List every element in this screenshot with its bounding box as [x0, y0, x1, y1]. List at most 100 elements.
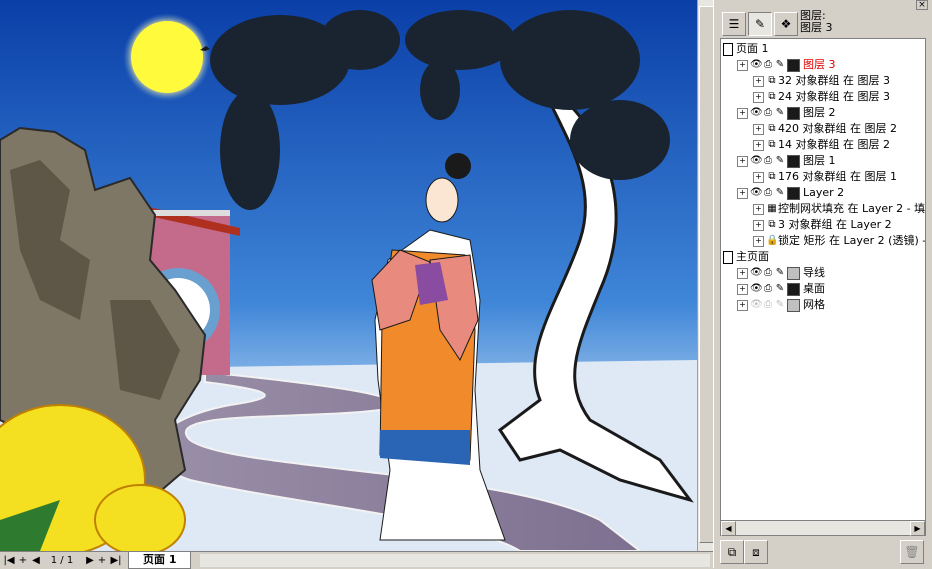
- show-properties-icon[interactable]: ☰: [722, 12, 746, 36]
- tree-horizontal-scrollbar[interactable]: ◀ ▶: [720, 520, 926, 536]
- edit-pencil-icon[interactable]: ✎: [774, 185, 786, 201]
- page-counter: 1 / 1: [50, 555, 74, 566]
- scroll-right-button[interactable]: ▶: [910, 521, 925, 536]
- tree-layer-node[interactable]: + 👁⎙ ✎ 网格: [737, 297, 825, 313]
- expand-toggle-icon[interactable]: +: [753, 91, 764, 103]
- lock-icon: 🔒: [766, 235, 779, 246]
- tree-object-node[interactable]: + ⧉ 32 对象群组 在 图层 3: [753, 73, 890, 89]
- next-page-button[interactable]: ▶: [84, 554, 96, 567]
- expand-toggle-icon[interactable]: +: [753, 171, 764, 183]
- new-master-layer-icon[interactable]: ⧈: [744, 540, 768, 564]
- tree-object-node[interactable]: + ⧉ 420 对象群组 在 图层 2: [753, 121, 897, 137]
- last-page-button[interactable]: ▶|: [108, 554, 124, 567]
- tree-node-label: 页面 1: [736, 42, 769, 55]
- tree-node-label: 锁定 矩形 在 Layer 2 (透镜) -: [778, 234, 926, 247]
- tree-layer-node[interactable]: + 👁⎙ ✎ 图层 2: [737, 105, 836, 121]
- edit-pencil-icon[interactable]: ✎: [774, 57, 786, 73]
- visibility-eye-icon[interactable]: 👁: [750, 57, 763, 73]
- add-page-after-button[interactable]: +: [96, 554, 108, 567]
- expand-toggle-icon[interactable]: +: [737, 187, 748, 199]
- expand-toggle-icon[interactable]: +: [753, 203, 764, 215]
- scroll-left-button[interactable]: ◀: [721, 521, 736, 536]
- visibility-eye-icon[interactable]: 👁: [750, 185, 763, 201]
- expand-toggle-icon[interactable]: +: [737, 155, 748, 167]
- delete-icon[interactable]: 🗑: [900, 540, 924, 564]
- tree-object-node[interactable]: + ⧉ 14 对象群组 在 图层 2: [753, 137, 890, 153]
- group-icon: ⧉: [768, 75, 776, 86]
- page-icon: [723, 42, 733, 56]
- printer-icon[interactable]: ⎙: [762, 153, 774, 169]
- visibility-eye-icon[interactable]: 👁: [750, 265, 763, 281]
- tree-layer-node[interactable]: + 👁⎙ ✎ 图层 1: [737, 153, 836, 169]
- drawing-canvas[interactable]: [0, 0, 698, 551]
- tree-object-node[interactable]: + ⧉ 3 对象群组 在 Layer 2: [753, 217, 892, 233]
- edit-pencil-icon[interactable]: ✎: [774, 297, 786, 313]
- expand-toggle-icon[interactable]: +: [753, 75, 764, 87]
- moon: [123, 13, 211, 101]
- visibility-eye-icon[interactable]: 👁: [750, 297, 763, 313]
- tree-layer-node[interactable]: + 👁⎙ ✎ Layer 2: [737, 185, 844, 201]
- visibility-eye-icon[interactable]: 👁: [750, 153, 763, 169]
- tree-object-node[interactable]: + ⧉ 176 对象群组 在 图层 1: [753, 169, 897, 185]
- layer-color-swatch[interactable]: [787, 266, 800, 280]
- printer-icon[interactable]: ⎙: [762, 281, 774, 297]
- previous-page-button[interactable]: ◀: [30, 554, 42, 567]
- first-page-button[interactable]: |◀: [2, 554, 16, 567]
- tree-node-label: 3 对象群组 在 Layer 2: [778, 218, 892, 231]
- tree-page-node[interactable]: 页面 1: [723, 41, 769, 57]
- tree-object-node[interactable]: + ⧉ 24 对象群组 在 图层 3: [753, 89, 890, 105]
- tree-node-label: 桌面: [803, 282, 825, 295]
- layer-color-swatch[interactable]: [787, 282, 800, 296]
- printer-icon[interactable]: ⎙: [762, 57, 774, 73]
- printer-icon[interactable]: ⎙: [762, 185, 774, 201]
- layer-color-swatch[interactable]: [787, 106, 800, 120]
- group-icon: ⧉: [768, 171, 776, 182]
- layer-color-swatch[interactable]: [787, 298, 800, 312]
- group-icon: ⧉: [768, 139, 776, 150]
- tree-object-node[interactable]: + ▦控制网状填充 在 Layer 2 - 填: [753, 201, 925, 217]
- scrollbar-thumb[interactable]: [699, 6, 714, 543]
- tree-node-label: 24 对象群组 在 图层 3: [778, 90, 890, 103]
- tree-node-label: 图层 3: [803, 58, 836, 71]
- edit-pencil-icon[interactable]: ✎: [774, 281, 786, 297]
- artwork-illustration: [0, 0, 697, 551]
- expand-toggle-icon[interactable]: +: [753, 139, 764, 151]
- expand-toggle-icon[interactable]: +: [737, 283, 748, 295]
- expand-toggle-icon[interactable]: +: [737, 59, 748, 71]
- printer-icon[interactable]: ⎙: [762, 265, 774, 281]
- object-manager-panel: × ☰ ✎ ❖ 图层: 图层 3 页面 1 + 👁⎙ ✎ 图层 3 + ⧉ 32 对象群组 在…: [718, 0, 932, 568]
- page-tab[interactable]: 页面 1: [128, 552, 192, 569]
- page-icon: [723, 250, 733, 264]
- tree-layer-node[interactable]: + 👁⎙ ✎ 导线: [737, 265, 825, 281]
- layer-color-swatch[interactable]: [787, 186, 800, 200]
- add-page-before-button[interactable]: +: [17, 554, 29, 567]
- new-layer-icon[interactable]: ⧉: [720, 540, 744, 564]
- panel-close-button[interactable]: ×: [916, 0, 928, 10]
- edit-pencil-icon[interactable]: ✎: [774, 105, 786, 121]
- visibility-eye-icon[interactable]: 👁: [750, 281, 763, 297]
- tree-object-node[interactable]: + 🔒锁定 矩形 在 Layer 2 (透镜) -: [753, 233, 926, 249]
- edit-across-layers-icon[interactable]: ✎: [748, 12, 772, 36]
- edit-pencil-icon[interactable]: ✎: [774, 153, 786, 169]
- layer-color-swatch[interactable]: [787, 154, 800, 168]
- tree-node-label: 主页面: [736, 250, 769, 263]
- panel-toolbar: ☰ ✎ ❖: [722, 12, 798, 36]
- edit-pencil-icon[interactable]: ✎: [774, 265, 786, 281]
- expand-toggle-icon[interactable]: +: [737, 299, 748, 311]
- expand-toggle-icon[interactable]: +: [753, 219, 764, 231]
- vertical-scrollbar[interactable]: [697, 0, 714, 551]
- expand-toggle-icon[interactable]: +: [737, 107, 748, 119]
- tree-layer-node[interactable]: + 👁⎙ ✎ 图层 3: [737, 57, 836, 73]
- layer-color-swatch[interactable]: [787, 58, 800, 72]
- expand-toggle-icon[interactable]: +: [737, 267, 748, 279]
- printer-icon[interactable]: ⎙: [762, 297, 774, 313]
- tree-page-node[interactable]: 主页面: [723, 249, 769, 265]
- visibility-eye-icon[interactable]: 👁: [750, 105, 763, 121]
- tree-layer-node[interactable]: + 👁⎙ ✎ 桌面: [737, 281, 825, 297]
- expand-toggle-icon[interactable]: +: [753, 123, 764, 135]
- layer-manager-view-icon[interactable]: ❖: [774, 12, 798, 36]
- horizontal-scrollbar[interactable]: [200, 554, 710, 567]
- tree-node-label: 14 对象群组 在 图层 2: [778, 138, 890, 151]
- expand-toggle-icon[interactable]: +: [753, 235, 764, 247]
- printer-icon[interactable]: ⎙: [762, 105, 774, 121]
